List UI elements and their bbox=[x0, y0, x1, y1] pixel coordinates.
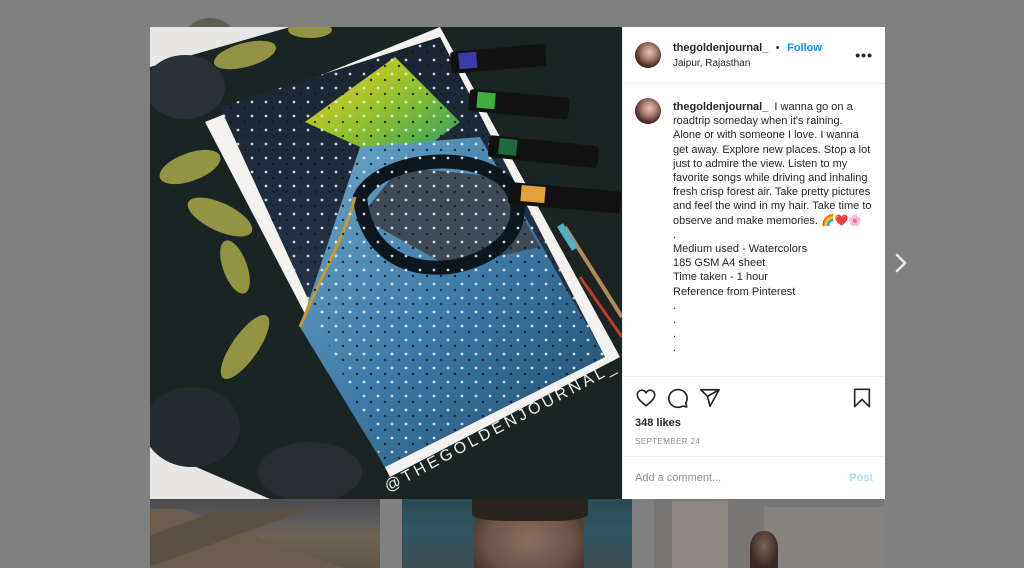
post-sidebar: thegoldenjournal_ • Follow Jaipur, Rajas… bbox=[622, 27, 885, 499]
bookmark-icon[interactable] bbox=[851, 387, 873, 409]
actions-area: 348 likes September 24 bbox=[623, 376, 885, 446]
grid-thumbnail-portrait[interactable] bbox=[402, 499, 632, 568]
caption-text: I wanna go on a roadtrip someday when it… bbox=[673, 101, 872, 227]
separator-dot: • bbox=[775, 42, 780, 54]
post-image[interactable]: @THEGOLDENJOURNAL_ bbox=[150, 27, 622, 499]
likes-count[interactable]: 348 likes bbox=[635, 417, 873, 429]
grid-thumbnail-room[interactable] bbox=[654, 499, 884, 568]
caption-line: . bbox=[673, 314, 677, 327]
post-comment-button[interactable]: Post bbox=[849, 472, 873, 484]
caption-line: 185 GSM A4 sheet bbox=[673, 257, 766, 270]
caption-username[interactable]: thegoldenjournal_ bbox=[673, 101, 768, 113]
comment-input[interactable] bbox=[635, 472, 850, 484]
caption-line: . bbox=[673, 328, 677, 341]
post-location[interactable]: Jaipur, Rajasthan bbox=[673, 56, 855, 71]
author-avatar[interactable] bbox=[635, 42, 661, 68]
caption-line: Medium used - Watercolors bbox=[673, 243, 808, 256]
follow-button[interactable]: Follow bbox=[787, 42, 822, 54]
paper-plane-icon[interactable] bbox=[699, 387, 721, 409]
caption-line: . bbox=[673, 299, 677, 312]
grid-thumbnail-mountains[interactable] bbox=[150, 499, 380, 568]
post-date[interactable]: September 24 bbox=[635, 437, 873, 446]
comments-section: thegoldenjournal_ I wanna go on a roadtr… bbox=[623, 84, 885, 376]
caption-line: . bbox=[673, 228, 677, 241]
author-username[interactable]: thegoldenjournal_ bbox=[673, 42, 768, 54]
post-modal: @THEGOLDENJOURNAL_ thegoldenjournal_ • F… bbox=[150, 27, 885, 499]
caption-line: . bbox=[673, 342, 677, 355]
comment-icon[interactable] bbox=[667, 387, 689, 409]
chevron-right-icon[interactable] bbox=[893, 252, 909, 274]
add-comment-bar: Post bbox=[623, 456, 885, 499]
post-header: thegoldenjournal_ • Follow Jaipur, Rajas… bbox=[623, 27, 885, 84]
caption: thegoldenjournal_ I wanna go on a roadtr… bbox=[635, 98, 873, 356]
caption-line: Time taken - 1 hour bbox=[673, 271, 768, 284]
painting-photo: @THEGOLDENJOURNAL_ bbox=[150, 27, 622, 499]
caption-line: Reference from Pinterest bbox=[673, 285, 796, 298]
heart-icon[interactable] bbox=[635, 387, 657, 409]
more-options-icon[interactable]: ••• bbox=[855, 47, 873, 63]
caption-avatar[interactable] bbox=[635, 98, 661, 124]
action-bar bbox=[635, 385, 873, 411]
